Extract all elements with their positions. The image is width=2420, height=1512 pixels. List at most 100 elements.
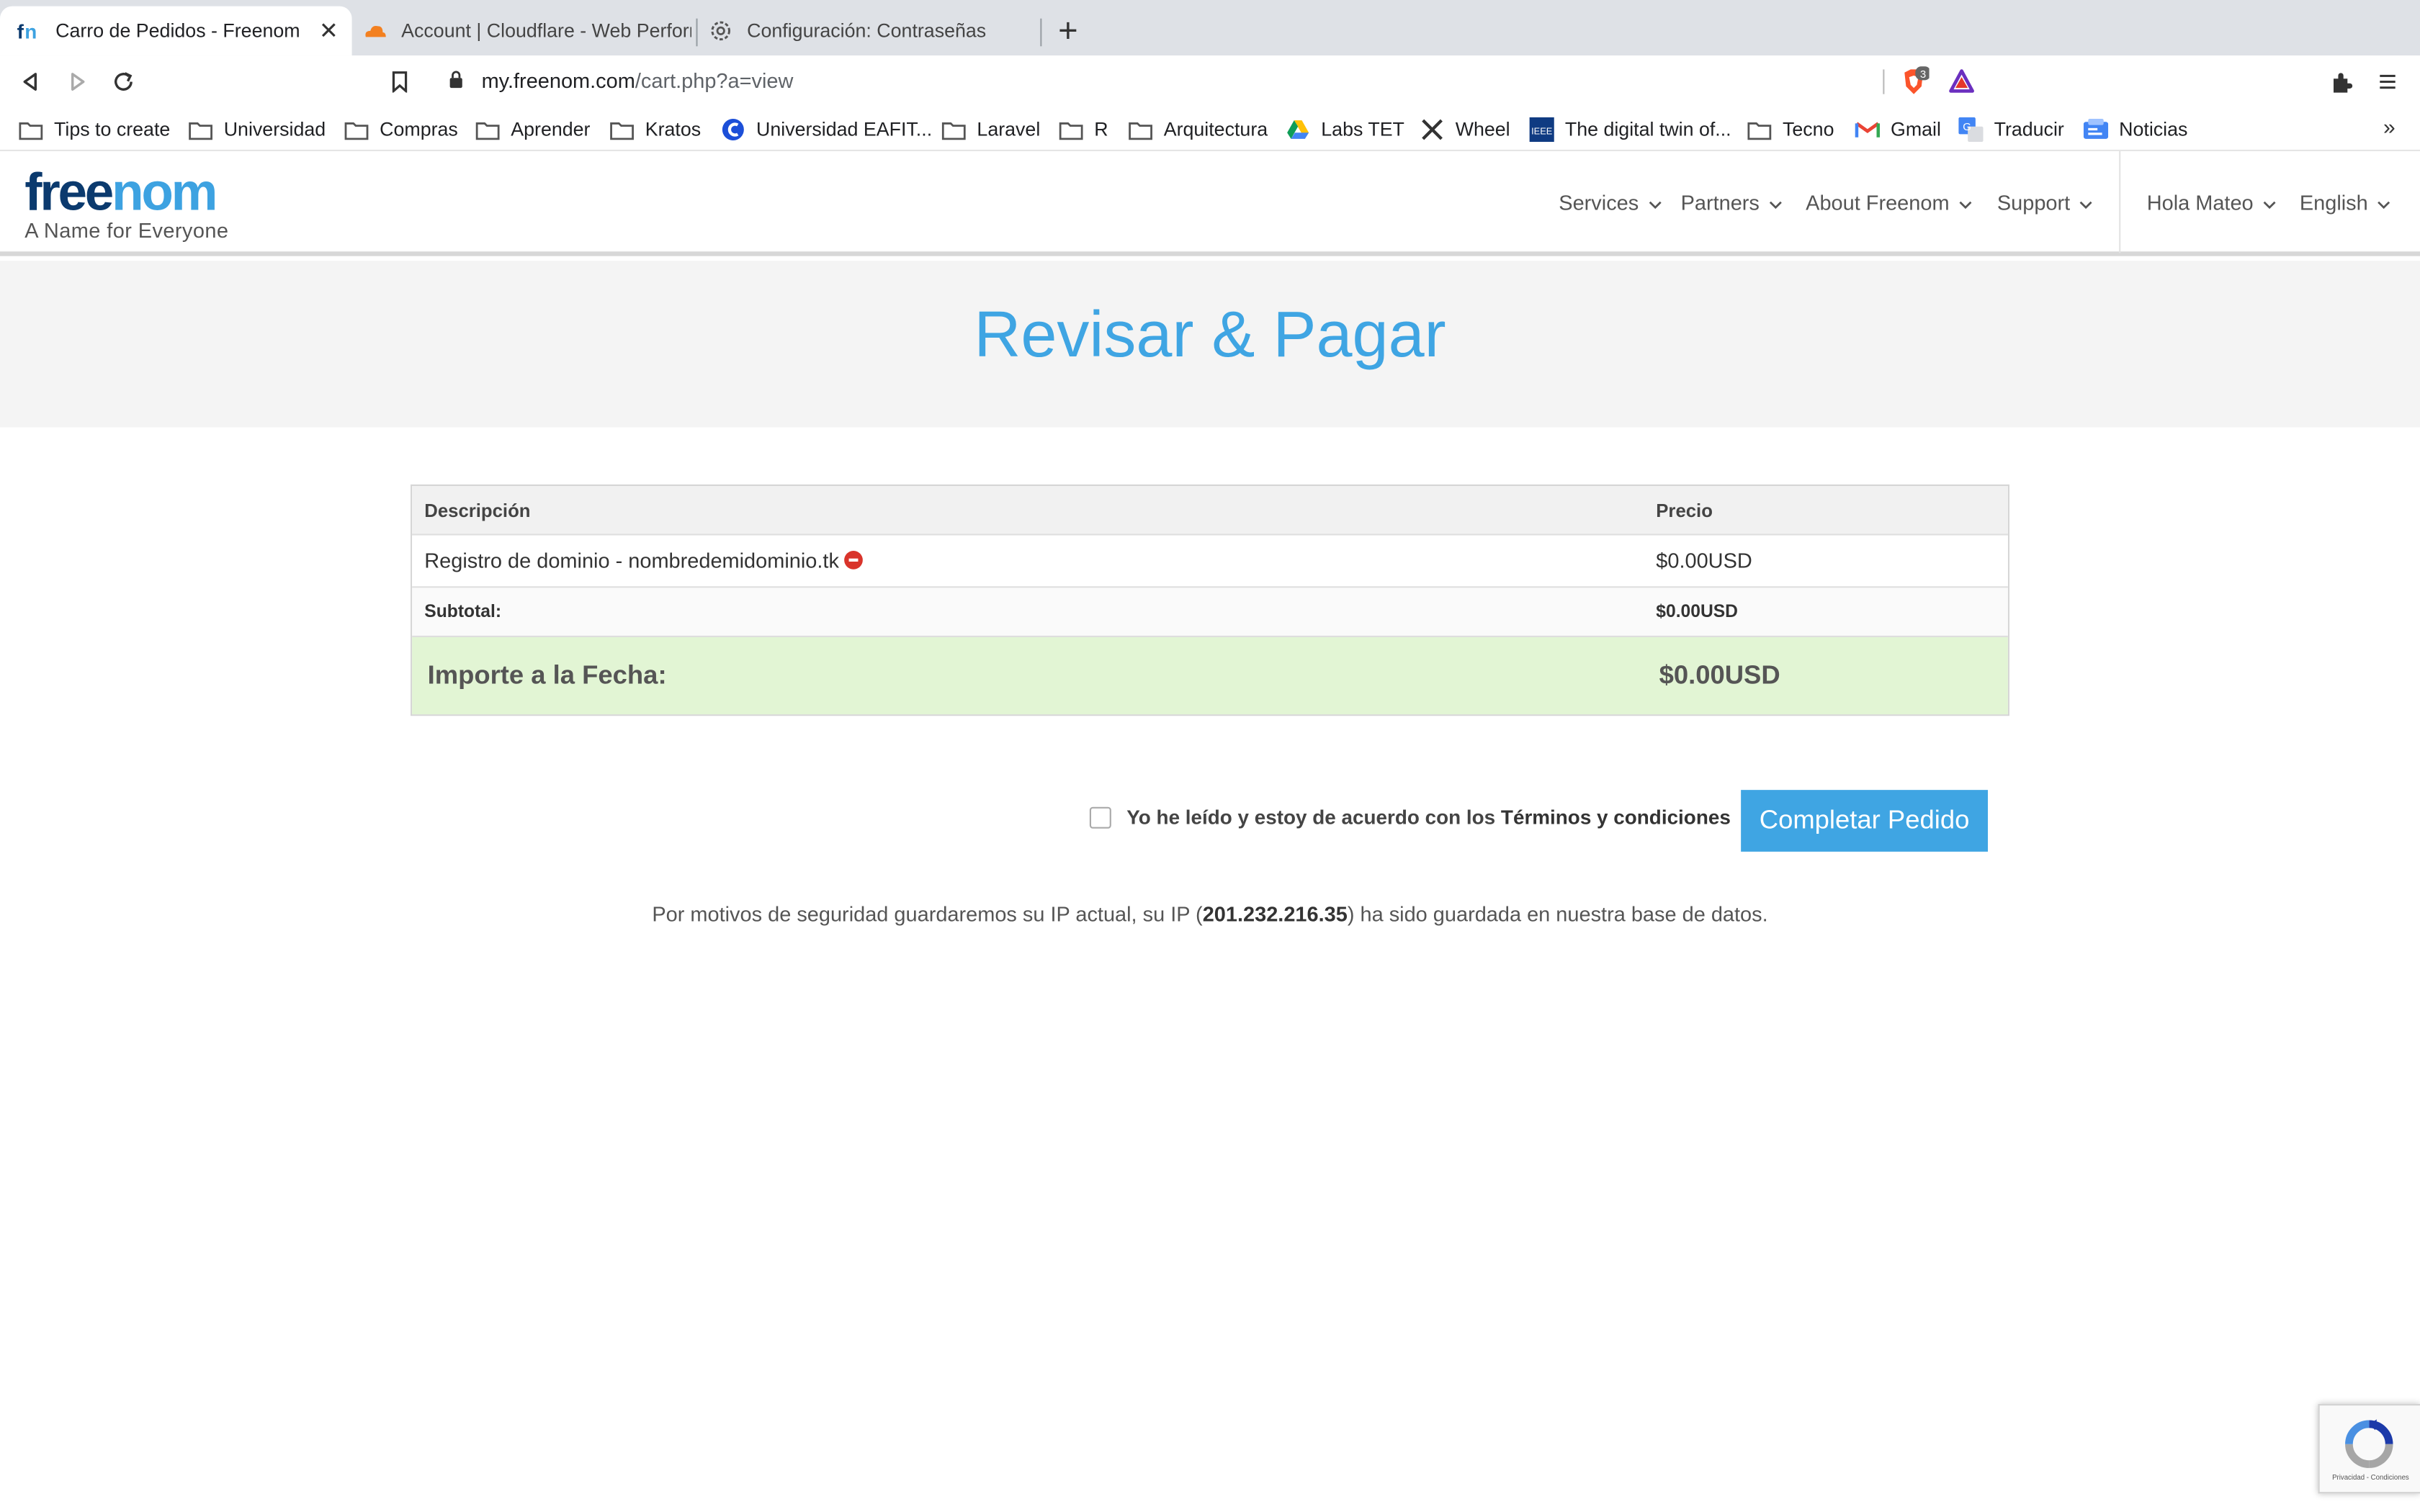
tab-freenom-cart[interactable]: fn Carro de Pedidos - Freenom ✕: [0, 6, 352, 56]
translate-icon: G: [1958, 117, 1984, 143]
terms-checkbox[interactable]: [1089, 806, 1111, 828]
lock-icon: [447, 69, 465, 97]
terms-link[interactable]: Términos y condiciones: [1501, 806, 1731, 829]
back-button[interactable]: [15, 66, 46, 97]
folder-icon: [609, 117, 634, 142]
remove-item-icon[interactable]: [843, 551, 863, 570]
folder-icon: [1747, 117, 1772, 142]
site-header: freenom A Name for Everyone Services Par…: [0, 151, 2420, 256]
page-banner: Revisar & Pagar: [0, 261, 2420, 428]
item-price: $0.00USD: [1656, 549, 1752, 572]
chevron-down-icon: [1648, 192, 1662, 215]
bookmark-universidad[interactable]: Universidad: [188, 116, 326, 144]
chevron-down-icon: [2263, 192, 2277, 215]
brave-shields-icon[interactable]: 3: [1899, 66, 1931, 105]
gmail-icon: [1855, 117, 1880, 142]
bookmark-aprender[interactable]: Aprender: [475, 116, 591, 144]
complete-order-button[interactable]: Completar Pedido: [1741, 790, 1988, 852]
chevron-down-icon: [1769, 192, 1783, 215]
logo-tagline: A Name for Everyone: [24, 219, 229, 243]
column-header-price: Precio: [1656, 499, 1713, 521]
bookmark-gmail[interactable]: Gmail: [1855, 116, 1941, 144]
nav-divider: [2119, 151, 2121, 253]
terms-agreement: Yo he leído y estoy de acuerdo con los T…: [1089, 805, 1731, 829]
url-text: my.freenom.com/cart.php?a=view: [481, 69, 794, 93]
tab-title: Carro de Pedidos - Freenom: [55, 19, 300, 42]
cloudflare-favicon: [361, 17, 389, 45]
settings-gear-icon: [707, 17, 735, 45]
bookmarks-overflow-button[interactable]: »: [2383, 114, 2396, 139]
subtotal-label: Subtotal:: [424, 602, 502, 621]
recaptcha-badge[interactable]: Privacidad - Condiciones: [2318, 1403, 2420, 1494]
address-bar[interactable]: my.freenom.com/cart.php?a=view 3: [432, 60, 1988, 104]
close-tab-icon[interactable]: ✕: [315, 17, 343, 45]
ip-notice: Por motivos de seguridad guardaremos su …: [652, 902, 1768, 926]
subtotal-value: $0.00USD: [1656, 602, 1738, 621]
cart-table: Descripción Precio Registro de dominio -…: [411, 484, 2009, 716]
tab-cloudflare[interactable]: Account | Cloudflare - Web Perform: [358, 6, 691, 56]
terms-label: Yo he leído y estoy de acuerdo con los: [1126, 805, 1501, 829]
news-icon: [2083, 117, 2109, 142]
ieee-icon: IEEE: [1529, 117, 1554, 143]
bookmark-tecno[interactable]: Tecno: [1747, 116, 1834, 144]
bookmark-universidad-eafit[interactable]: Universidad EAFIT...: [721, 116, 932, 144]
eafit-icon: [721, 117, 745, 142]
bookmarks-bar: Tips to create Universidad Compras Apren…: [0, 108, 2420, 151]
bookmark-noticias[interactable]: Noticias: [2083, 116, 2187, 144]
bookmark-page-icon[interactable]: [385, 66, 416, 97]
bookmark-compras[interactable]: Compras: [344, 116, 458, 144]
chevron-down-icon: [2378, 192, 2391, 215]
folder-icon: [941, 117, 966, 142]
folder-icon: [344, 117, 369, 142]
tab-password-settings[interactable]: Configuración: Contraseñas: [704, 6, 1037, 56]
browser-toolbar: my.freenom.com/cart.php?a=view 3: [0, 55, 2420, 108]
bookmark-labs-tet[interactable]: Labs TET: [1286, 116, 1404, 144]
chevron-down-icon: [2079, 192, 2093, 215]
recaptcha-links[interactable]: Privacidad - Condiciones: [2320, 1473, 2420, 1481]
bookmark-arquitectura[interactable]: Arquitectura: [1128, 116, 1268, 144]
bookmark-wheel[interactable]: Wheel: [1420, 116, 1510, 144]
nav-about-freenom[interactable]: About Freenom: [1806, 192, 1973, 215]
folder-icon: [1059, 117, 1083, 142]
column-header-description: Descripción: [424, 499, 531, 521]
bookmark-traducir[interactable]: G Traducir: [1958, 116, 2064, 144]
svg-text:G: G: [1963, 121, 1971, 133]
language-selector[interactable]: English: [2300, 192, 2391, 215]
total-row: Importe a la Fecha: $0.00USD: [412, 637, 2008, 715]
extensions-icon[interactable]: [2326, 66, 2357, 97]
tab-title: Account | Cloudflare - Web Perform: [401, 19, 691, 42]
bookmark-digital-twin[interactable]: IEEE The digital twin of...: [1529, 116, 1731, 144]
brave-rewards-icon[interactable]: [1948, 68, 1976, 103]
nav-partners[interactable]: Partners: [1681, 192, 1783, 215]
freenom-favicon: fn: [15, 17, 43, 45]
svg-text:f: f: [17, 21, 24, 42]
bookmark-kratos[interactable]: Kratos: [609, 116, 701, 144]
total-value: $0.00USD: [1659, 660, 1780, 690]
nav-support[interactable]: Support: [1997, 192, 2093, 215]
folder-icon: [1128, 117, 1152, 142]
bookmark-r[interactable]: R: [1059, 116, 1108, 144]
tools-icon: [1420, 117, 1444, 142]
tab-title: Configuración: Contraseñas: [747, 19, 987, 42]
total-label: Importe a la Fecha:: [427, 660, 667, 690]
forward-button[interactable]: [62, 66, 93, 97]
svg-text:3: 3: [1920, 68, 1926, 81]
bookmark-laravel[interactable]: Laravel: [941, 116, 1040, 144]
tab-strip: fn Carro de Pedidos - Freenom ✕ Account …: [0, 0, 2420, 56]
reload-button[interactable]: [108, 66, 139, 97]
svg-text:n: n: [24, 21, 37, 42]
svg-text:IEEE: IEEE: [1531, 125, 1553, 136]
freenom-logo[interactable]: freenom A Name for Everyone: [24, 166, 228, 242]
ip-address: 201.232.216.35: [1202, 902, 1348, 926]
menu-icon[interactable]: [2372, 66, 2403, 97]
folder-icon: [19, 117, 43, 142]
nav-services[interactable]: Services: [1559, 192, 1662, 215]
new-tab-button[interactable]: +: [1052, 13, 1083, 47]
google-drive-icon: [1286, 117, 1310, 142]
subtotal-row: Subtotal: $0.00USD: [412, 588, 2008, 637]
recaptcha-icon: [2343, 1418, 2396, 1478]
bookmark-tips-to-create[interactable]: Tips to create: [19, 116, 171, 144]
chevron-down-icon: [1958, 192, 1972, 215]
user-menu[interactable]: Hola Mateo: [2147, 192, 2277, 215]
folder-icon: [188, 117, 212, 142]
